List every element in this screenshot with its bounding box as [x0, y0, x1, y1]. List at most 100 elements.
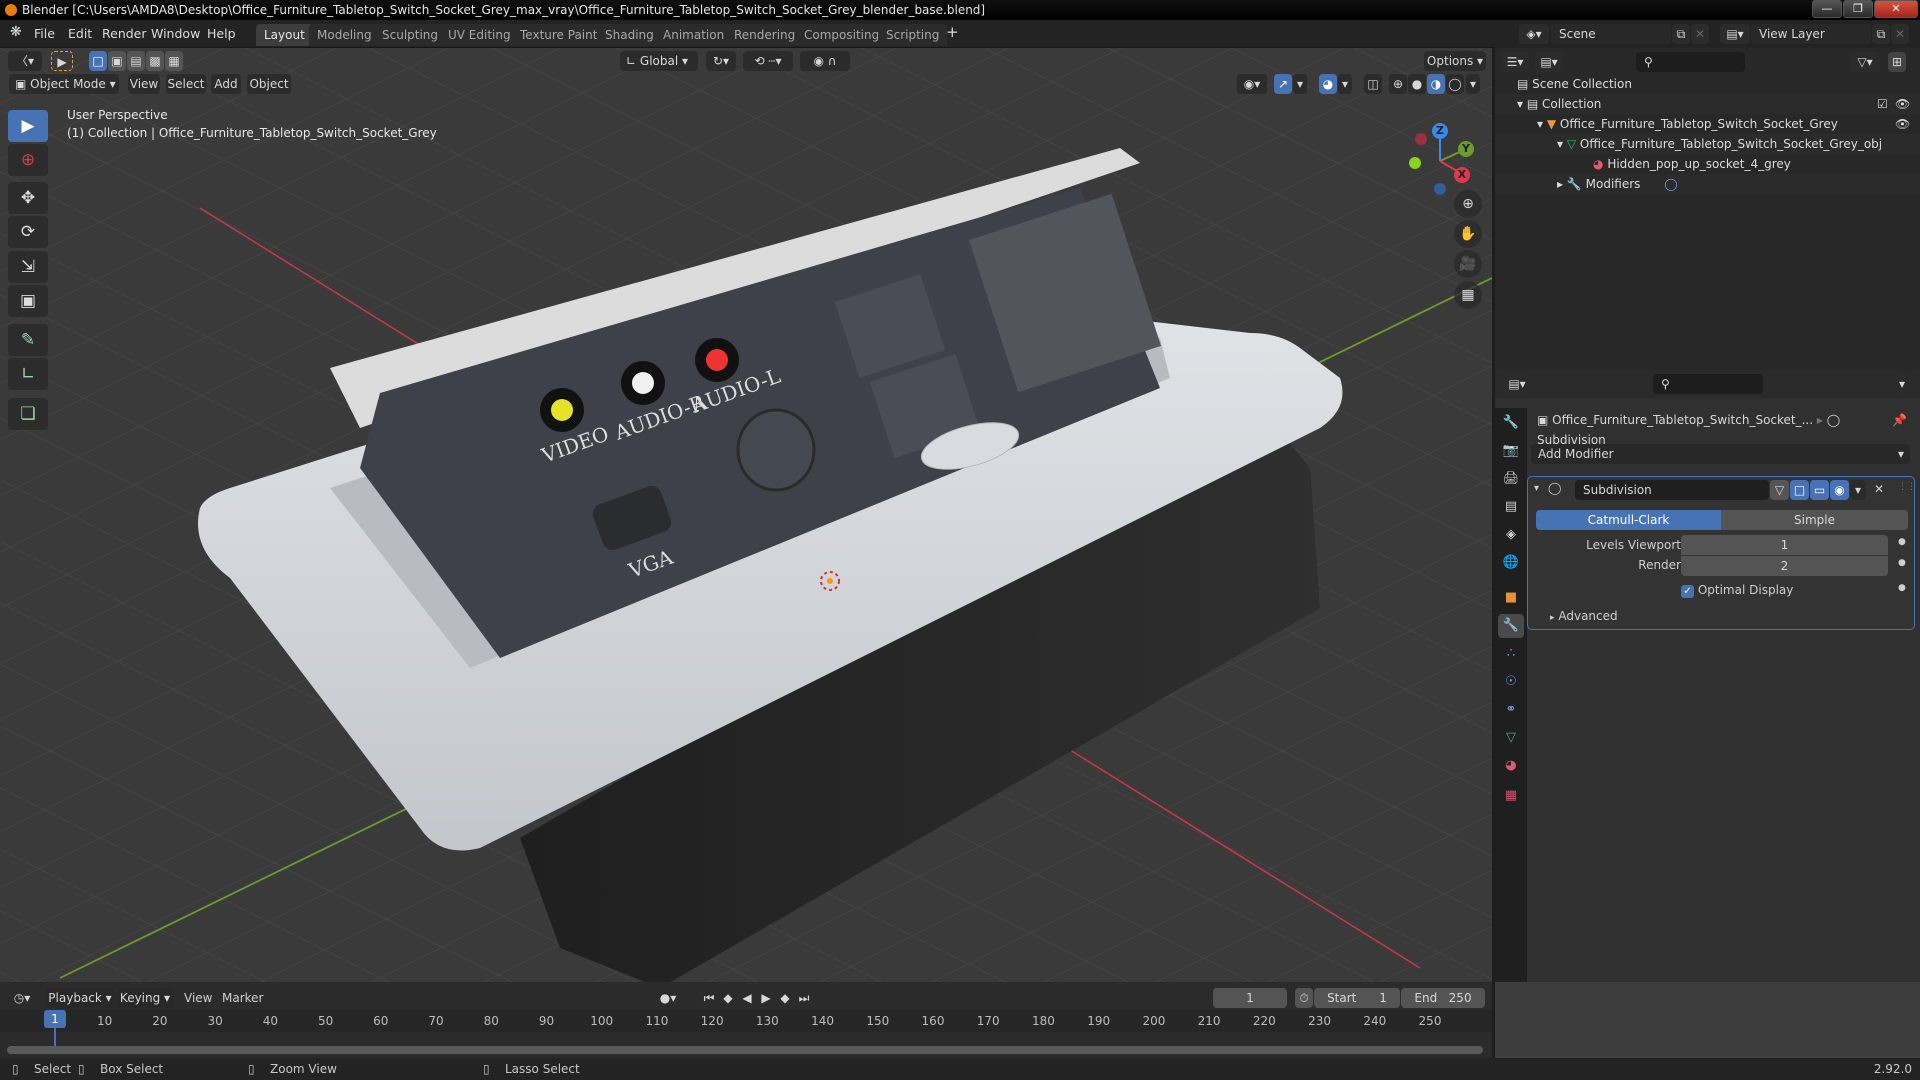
rotate-tool[interactable]: ⟳ — [8, 216, 48, 248]
pan-view-hand-icon[interactable]: ✋ — [1454, 220, 1482, 248]
menu-render[interactable]: Render — [102, 26, 147, 41]
tab-modifiers-icon[interactable]: 🔧 — [1498, 614, 1524, 638]
expand-arrow-icon[interactable]: ▾ — [1557, 137, 1563, 151]
transform-orientation-dropdown[interactable]: ∟ Global ▾ — [620, 51, 698, 71]
tab-view-layer-icon[interactable]: ▤ — [1498, 495, 1524, 519]
shading-solid[interactable]: ● — [1408, 74, 1426, 94]
tab-data-icon[interactable]: ▽ — [1498, 726, 1524, 750]
editor-type-button[interactable]: 〈▾ — [8, 51, 42, 71]
viewport-menu-add[interactable]: Add — [211, 74, 241, 94]
tab-texture-icon[interactable]: ▦ — [1498, 784, 1524, 808]
render-toggle[interactable]: ◉ — [1830, 480, 1849, 500]
outliner-row-scene-collection[interactable]: ▤ Scene Collection — [1495, 74, 1920, 94]
tab-layout[interactable]: Layout — [256, 24, 313, 46]
tab-animation[interactable]: Animation — [655, 24, 733, 46]
select-mode-intersect-icon[interactable]: ▦ — [165, 51, 183, 71]
cursor-tool[interactable]: ⊕ — [8, 144, 48, 176]
select-mode-invert-icon[interactable]: ▩ — [146, 51, 164, 71]
shading-rendered[interactable]: ◯ — [1446, 74, 1464, 94]
outliner-search-input[interactable]: ⚲ — [1636, 52, 1745, 72]
add-cube-tool[interactable]: ❏ — [8, 398, 48, 430]
menu-file[interactable]: File — [34, 26, 55, 41]
tab-texture-paint[interactable]: Texture Paint — [512, 24, 606, 46]
tab-tool-icon[interactable]: 🔧 — [1498, 411, 1524, 435]
menu-help[interactable]: Help — [207, 26, 236, 41]
mode-dropdown[interactable]: ▣ Object Mode ▾ — [9, 74, 119, 94]
tab-material-icon[interactable]: ◕ — [1498, 754, 1524, 778]
filter-dropdown[interactable]: ▽▾ — [1850, 52, 1880, 72]
delete-scene-icon[interactable]: ✕ — [1691, 24, 1709, 44]
keyframe-dot-icon[interactable]: ● — [1898, 558, 1906, 568]
tab-shading[interactable]: Shading — [597, 24, 662, 46]
zoom-view-icon[interactable]: ⊕ — [1454, 190, 1482, 218]
simple-option[interactable]: Simple — [1721, 510, 1908, 530]
proportional-editing-toggle[interactable]: ◉ ∩ — [800, 51, 850, 71]
overlays-dropdown[interactable]: ▾ — [1338, 74, 1352, 94]
tab-particles-icon[interactable]: ∴ — [1498, 642, 1524, 666]
select-tool-icon[interactable]: ▶ — [51, 51, 73, 71]
close-window-button[interactable]: ✕ — [1874, 0, 1918, 18]
view-layer-browse-icon[interactable]: ▤▾ — [1720, 24, 1750, 44]
snapping-toggle[interactable]: ⟲ ┄▾ — [743, 51, 793, 71]
transform-tool[interactable]: ▣ — [8, 285, 48, 317]
visibility-dropdown[interactable]: ◉▾ — [1237, 74, 1267, 94]
tab-object-icon[interactable]: ■ — [1498, 586, 1524, 610]
scene-browse-icon[interactable]: ◈▾ — [1519, 24, 1549, 44]
maximize-button[interactable]: ❐ — [1843, 0, 1873, 18]
shading-wireframe[interactable]: ⊕ — [1389, 74, 1407, 94]
shading-dropdown[interactable]: ▾ — [1466, 74, 1480, 94]
minimize-button[interactable]: — — [1812, 0, 1842, 18]
properties-editor-type-icon[interactable]: ▤▾ — [1502, 374, 1532, 394]
tab-sculpting[interactable]: Sculpting — [374, 24, 447, 46]
new-view-layer-icon[interactable]: ⧉ — [1872, 24, 1890, 44]
menu-edit[interactable]: Edit — [68, 26, 92, 41]
select-box-tool[interactable]: ▶ — [8, 110, 48, 142]
gizmo-dropdown[interactable]: ▾ — [1293, 74, 1307, 94]
drag-handle-icon[interactable]: ⋮⋮ — [1898, 482, 1916, 492]
keyframe-dot-icon[interactable]: ● — [1898, 537, 1906, 547]
properties-search-input[interactable]: ⚲ — [1653, 374, 1763, 394]
toggle-perspective-grid-icon[interactable]: ▦ — [1454, 281, 1482, 309]
modifier-menu-dropdown[interactable]: ▾ — [1850, 480, 1866, 500]
tab-output-icon[interactable]: 🖨 — [1498, 467, 1524, 491]
render-levels-field[interactable]: 2 — [1681, 556, 1888, 576]
gizmo-y-axis[interactable]: Y — [1458, 141, 1474, 157]
visibility-eye-icon[interactable]: 👁 — [1895, 94, 1910, 114]
select-mode-new-icon[interactable]: □ — [89, 51, 107, 71]
scene-name-field[interactable]: Scene — [1551, 24, 1671, 44]
pivot-point-dropdown[interactable]: ↻▾ — [706, 51, 736, 71]
tab-compositing[interactable]: Compositing — [796, 24, 888, 46]
view-layer-name-field[interactable]: View Layer — [1751, 24, 1871, 44]
properties-options-dropdown[interactable]: ▾ — [1893, 374, 1911, 394]
advanced-subpanel-header[interactable]: ▸ Advanced — [1550, 607, 1618, 627]
add-workspace-button[interactable]: + — [946, 23, 959, 41]
menu-window[interactable]: Window — [151, 26, 200, 41]
viewport-menu-view[interactable]: View — [128, 74, 160, 94]
catmull-clark-option[interactable]: Catmull-Clark — [1536, 510, 1721, 530]
gizmo-z-axis[interactable]: Z — [1432, 123, 1448, 139]
new-scene-icon[interactable]: ⧉ — [1672, 24, 1690, 44]
keyframe-dot-icon[interactable]: ● — [1898, 583, 1906, 593]
select-mode-extend-icon[interactable]: ▣ — [108, 51, 126, 71]
gizmo-neg-z[interactable] — [1434, 183, 1446, 195]
tab-scene-icon[interactable]: ◈ — [1498, 523, 1524, 547]
modifier-name-field[interactable]: Subdivision — [1575, 480, 1769, 500]
select-mode-subtract-icon[interactable]: ▤ — [127, 51, 145, 71]
expand-arrow-icon[interactable]: ▾ — [1517, 97, 1523, 111]
3d-viewport[interactable]: VIDEO AUDIO-R AUDIO-L VGA 〈▾ ▶ □ ▣ ▤ ▩ ▦… — [0, 48, 1492, 982]
gizmo-neg-x[interactable] — [1415, 133, 1427, 145]
xray-toggle[interactable]: ◫ — [1364, 74, 1382, 94]
timeline-scrollbar[interactable] — [7, 1046, 1483, 1054]
outliner-row-collection[interactable]: ▾ ▤ Collection ☑ 👁 — [1495, 94, 1920, 114]
camera-view-icon[interactable]: 🎥 — [1454, 250, 1482, 278]
expand-arrow-icon[interactable]: ▾ — [1537, 117, 1543, 131]
outliner-editor-type-icon[interactable]: ☰▾ — [1501, 52, 1529, 72]
outliner-row-modifiers[interactable]: ▸ 🔧 Modifiers ◯ — [1495, 174, 1920, 194]
expand-arrow-icon[interactable]: ▸ — [1557, 177, 1563, 191]
viewport-menu-select[interactable]: Select — [166, 74, 206, 94]
outliner-row-object[interactable]: ▾ ▼ Office_Furniture_Tabletop_Switch_Soc… — [1495, 114, 1920, 134]
collapse-arrow-icon[interactable]: ▾ — [1534, 483, 1539, 494]
shading-material-preview[interactable]: ◑ — [1427, 74, 1445, 94]
gizmo-neg-y[interactable] — [1409, 157, 1421, 169]
playhead[interactable]: 1 — [44, 1010, 66, 1028]
